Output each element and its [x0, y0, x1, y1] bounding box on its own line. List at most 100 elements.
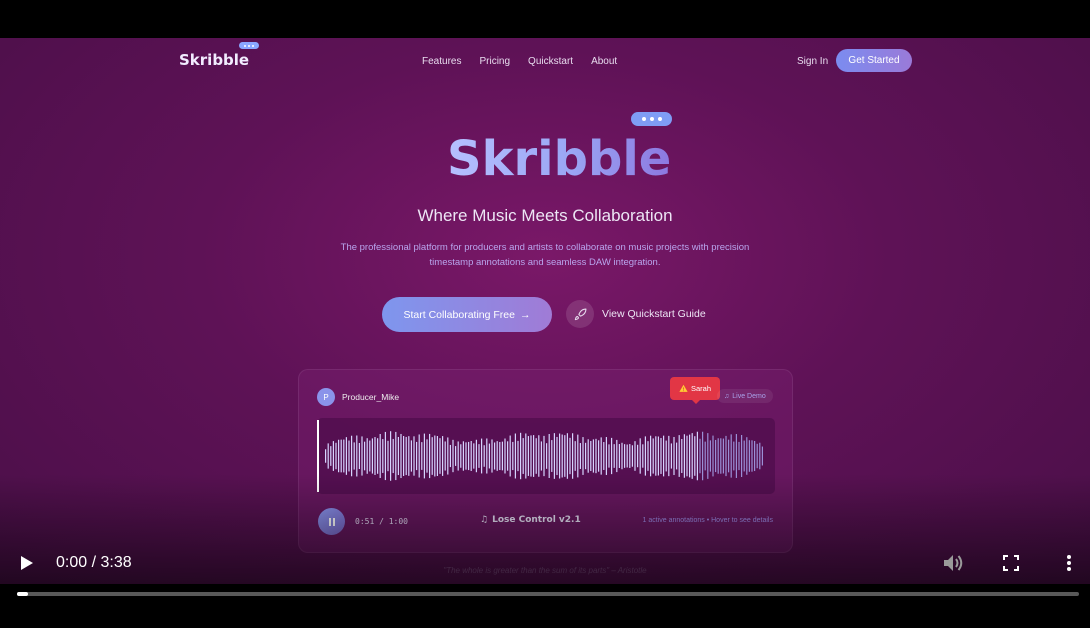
waveform-bar [618, 444, 620, 468]
waveform-bar [756, 443, 758, 469]
waveform-bar [683, 434, 685, 478]
waveform-bar [371, 438, 373, 474]
speech-bubble-icon [239, 42, 260, 49]
waveform-bar [696, 431, 698, 481]
speech-bubble-icon [631, 112, 672, 126]
video-player: Skribble Features Pricing Quickstart Abo… [0, 0, 1090, 628]
nav-link-quickstart[interactable]: Quickstart [528, 56, 573, 67]
waveform-bar [434, 435, 436, 477]
waveform-bar [462, 441, 464, 471]
nav-link-features[interactable]: Features [422, 56, 461, 67]
waveform-bar [616, 439, 618, 473]
fullscreen-button[interactable] [1003, 555, 1019, 576]
view-quickstart-button[interactable]: View Quickstart Guide [566, 300, 706, 328]
waveform-bar [465, 442, 467, 470]
start-collaborating-button[interactable]: Start Collaborating Free → [382, 297, 552, 332]
nav-logo[interactable]: Skribble [179, 42, 260, 69]
waveform-bar [733, 441, 735, 471]
nav-link-about[interactable]: About [591, 56, 617, 67]
waveform-bar [488, 443, 490, 469]
waveform-bars [325, 431, 763, 481]
waveform-bar [504, 438, 506, 474]
waveform-bar [530, 435, 532, 477]
play-button[interactable] [20, 555, 34, 576]
sign-in-link[interactable]: Sign In [797, 56, 828, 67]
waveform-bar [335, 442, 337, 470]
waveform-bar [621, 442, 623, 470]
waveform-bar [717, 438, 719, 474]
waveform-bar [364, 441, 366, 471]
waveform-bar [592, 439, 594, 473]
waveform-bar [556, 436, 558, 476]
waveform-bar [514, 433, 516, 479]
waveform[interactable] [317, 418, 775, 494]
video-frame[interactable]: Skribble Features Pricing Quickstart Abo… [0, 38, 1090, 584]
waveform-bar [499, 441, 501, 471]
pause-button[interactable] [318, 508, 345, 535]
more-vertical-icon [1067, 555, 1071, 571]
warning-icon [679, 384, 688, 392]
music-note-icon: ♫ [724, 392, 730, 400]
player-controls: 0:00 / 3:38 [0, 540, 1090, 584]
waveform-bar [512, 441, 514, 471]
hero-logo: Skribble [447, 131, 672, 187]
waveform-bar [738, 441, 740, 471]
fullscreen-icon [1003, 555, 1019, 571]
waveform-bar [439, 438, 441, 474]
waveform-bar [579, 443, 581, 469]
waveform-bar [691, 433, 693, 479]
pause-icon [328, 517, 335, 526]
waveform-bar [538, 435, 540, 477]
demo-user-name: Producer_Mike [342, 392, 400, 402]
start-collaborating-label: Start Collaborating Free [403, 308, 515, 321]
waveform-bar [694, 436, 696, 476]
waveform-bar [540, 441, 542, 471]
hero-tagline: Where Music Meets Collaboration [417, 206, 673, 225]
waveform-bar [351, 435, 353, 477]
avatar: P [317, 388, 335, 406]
more-options-button[interactable] [1066, 554, 1072, 577]
live-demo-badge: ♫ Live Demo [717, 389, 773, 403]
waveform-bar [548, 434, 550, 478]
waveform-bar [702, 431, 704, 481]
waveform-bar [543, 435, 545, 477]
waveform-bar [457, 441, 459, 471]
waveform-bar [507, 441, 509, 471]
waveform-bar [442, 436, 444, 476]
waveform-bar [553, 433, 555, 479]
waveform-bar [369, 440, 371, 472]
site-nav: Skribble Features Pricing Quickstart Abo… [0, 38, 1090, 86]
waveform-bar [707, 433, 709, 479]
live-demo-label: Live Demo [732, 392, 766, 400]
waveform-bar [639, 438, 641, 474]
progress-bar[interactable] [17, 592, 1079, 596]
track-name: Lose Control v2.1 [492, 515, 581, 525]
waveform-bar [751, 440, 753, 472]
waveform-bar [340, 439, 342, 473]
waveform-bar [624, 444, 626, 468]
waveform-bar [522, 438, 524, 474]
waveform-bar [496, 441, 498, 471]
waveform-bar [569, 437, 571, 475]
view-quickstart-label: View Quickstart Guide [602, 308, 706, 320]
waveform-bar [725, 435, 727, 477]
waveform-bar [408, 436, 410, 476]
waveform-bar [657, 436, 659, 476]
track-title: ♫ Lose Control v2.1 [480, 515, 581, 525]
volume-button[interactable] [942, 553, 964, 578]
waveform-bar [551, 440, 553, 472]
waveform-bar [353, 442, 355, 470]
nav-link-pricing[interactable]: Pricing [479, 56, 510, 67]
waveform-bar [475, 439, 477, 473]
waveform-bar [436, 435, 438, 477]
get-started-button[interactable]: Get Started [836, 49, 912, 72]
playhead[interactable] [317, 420, 319, 492]
annotation-tag[interactable]: Sarah [670, 377, 720, 404]
waveform-bar [418, 434, 420, 478]
waveform-bar [473, 443, 475, 469]
nav-links: Features Pricing Quickstart About [422, 56, 617, 67]
waveform-bar [421, 442, 423, 470]
waveform-bar [345, 437, 347, 475]
waveform-bar [387, 440, 389, 472]
waveform-bar [449, 444, 451, 468]
